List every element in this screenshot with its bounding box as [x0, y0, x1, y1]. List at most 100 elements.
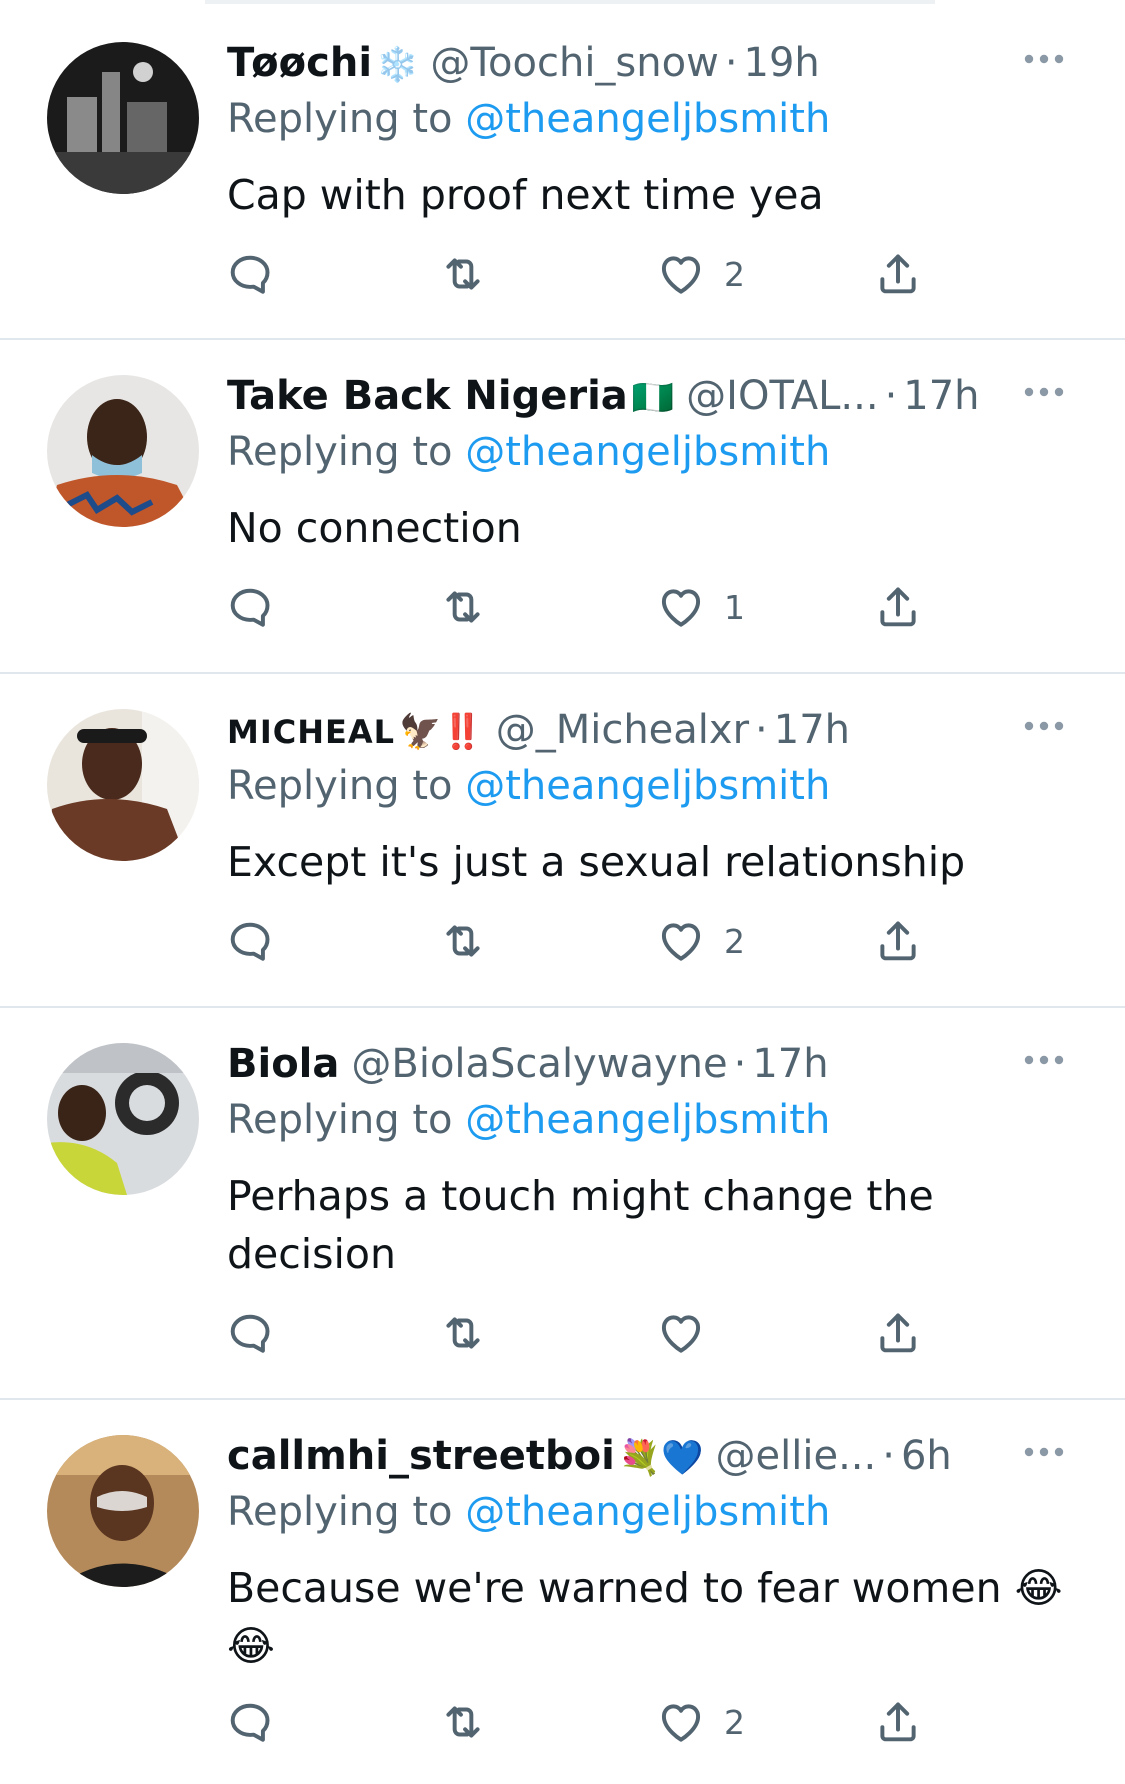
replying-label: Replying to: [227, 429, 453, 475]
retweet-button[interactable]: [438, 914, 488, 968]
replying-label: Replying to: [227, 1097, 453, 1143]
retweet-button[interactable]: [438, 247, 488, 301]
action-bar: 2: [0, 1695, 1125, 1749]
like-button[interactable]: 2: [656, 914, 745, 968]
retweet-icon: [438, 249, 488, 299]
avatar[interactable]: [47, 375, 199, 527]
timestamp[interactable]: 6h: [901, 1433, 952, 1479]
reply-bubble-icon: [225, 582, 275, 632]
heart-icon: [656, 249, 706, 299]
share-upload-icon: [873, 916, 923, 966]
avatar[interactable]: [47, 1043, 199, 1195]
replying-to: Replying to @theangeljbsmith: [227, 96, 830, 142]
separator-dot: ·: [724, 40, 738, 86]
reply-button[interactable]: [225, 247, 275, 301]
tweet-header: callmhi_streetboi 💐💙 @ellie... · 6h: [227, 1433, 952, 1481]
user-handle[interactable]: @IOTAL...: [686, 373, 878, 419]
tweet-text: No connection: [227, 504, 522, 552]
reply-button[interactable]: [225, 1306, 275, 1360]
share-button[interactable]: [873, 580, 923, 634]
more-dots-icon[interactable]: [1023, 1445, 1065, 1459]
tweet-header: MICHEAL 🦅‼️ @_Michealxr · 17h: [227, 707, 850, 755]
avatar[interactable]: [47, 709, 199, 861]
like-count: 2: [724, 1702, 745, 1742]
mention-link[interactable]: @theangeljbsmith: [465, 429, 830, 475]
retweet-button[interactable]: [438, 1695, 488, 1749]
mention-link[interactable]: @theangeljbsmith: [465, 1489, 830, 1535]
reply-bubble-icon: [225, 1308, 275, 1358]
like-button[interactable]: [656, 1306, 724, 1360]
separator-dot: ·: [884, 373, 898, 419]
replying-label: Replying to: [227, 1489, 453, 1535]
action-bar: [0, 1306, 1125, 1360]
name-emoji: 🦅‼️: [399, 712, 484, 752]
retweet-button[interactable]: [438, 1306, 488, 1360]
tweet-header: Biola @BiolaScalywayne · 17h: [227, 1041, 829, 1089]
retweet-icon: [438, 916, 488, 966]
user-handle[interactable]: @BiolaScalywayne: [351, 1041, 727, 1087]
reply-bubble-icon: [225, 1697, 275, 1747]
display-name[interactable]: Biola: [227, 1041, 339, 1087]
share-button[interactable]: [873, 1695, 923, 1749]
share-upload-icon: [873, 249, 923, 299]
reply-button[interactable]: [225, 580, 275, 634]
retweet-icon: [438, 1308, 488, 1358]
name-emoji: 💐💙: [618, 1438, 704, 1478]
avatar[interactable]: [47, 42, 199, 194]
reply-button[interactable]: [225, 914, 275, 968]
name-emoji: ❄️: [376, 45, 419, 85]
tweet-text: Because we're warned to fear women 😂 😂: [227, 1564, 1063, 1670]
display-name[interactable]: Tøøchi: [227, 40, 372, 86]
like-button[interactable]: 2: [656, 247, 745, 301]
user-handle[interactable]: @ellie...: [716, 1433, 877, 1479]
heart-icon: [656, 1697, 706, 1747]
share-upload-icon: [873, 1697, 923, 1747]
timestamp[interactable]: 17h: [752, 1041, 828, 1087]
like-count: 1: [724, 587, 745, 627]
timestamp[interactable]: 17h: [903, 373, 979, 419]
replying-to: Replying to @theangeljbsmith: [227, 763, 830, 809]
user-handle[interactable]: @Toochi_snow: [430, 40, 718, 86]
like-button[interactable]: 1: [656, 580, 745, 634]
share-button[interactable]: [873, 1306, 923, 1360]
share-upload-icon: [873, 582, 923, 632]
retweet-button[interactable]: [438, 580, 488, 634]
share-button[interactable]: [873, 914, 923, 968]
timestamp[interactable]: 19h: [744, 40, 820, 86]
replying-label: Replying to: [227, 96, 453, 142]
replying-to: Replying to @theangeljbsmith: [227, 429, 830, 475]
more-dots-icon[interactable]: [1023, 719, 1065, 733]
top-divider: [205, 0, 935, 4]
display-name[interactable]: Take Back Nigeria: [227, 373, 628, 419]
retweet-icon: [438, 582, 488, 632]
user-handle[interactable]: @_Michealxr: [496, 707, 749, 753]
reply-bubble-icon: [225, 249, 275, 299]
reply-bubble-icon: [225, 916, 275, 966]
share-button[interactable]: [873, 247, 923, 301]
reply-button[interactable]: [225, 1695, 275, 1749]
tweet-header: Take Back Nigeria 🇳🇬 @IOTAL... · 17h: [227, 373, 980, 421]
action-bar: 2: [0, 914, 1125, 968]
separator-dot: ·: [882, 1433, 895, 1479]
more-dots-icon[interactable]: [1023, 52, 1065, 66]
timestamp[interactable]: 17h: [774, 707, 850, 753]
action-bar: 2: [0, 247, 1125, 301]
more-dots-icon[interactable]: [1023, 1053, 1065, 1067]
tweet-header: Tøøchi ❄️ @Toochi_snow · 19h: [227, 40, 820, 88]
mention-link[interactable]: @theangeljbsmith: [465, 96, 830, 142]
mention-link[interactable]: @theangeljbsmith: [465, 763, 830, 809]
display-name[interactable]: MICHEAL: [227, 713, 395, 751]
like-button[interactable]: 2: [656, 1695, 745, 1749]
like-count: 2: [724, 921, 745, 961]
tweet-text: Cap with proof next time yea: [227, 171, 824, 219]
divider: [0, 1006, 1125, 1008]
avatar[interactable]: [47, 1435, 199, 1587]
heart-icon: [656, 916, 706, 966]
mention-link[interactable]: @theangeljbsmith: [465, 1097, 830, 1143]
share-upload-icon: [873, 1308, 923, 1358]
separator-dot: ·: [755, 707, 768, 753]
divider: [0, 672, 1125, 674]
display-name[interactable]: callmhi_streetboi: [227, 1433, 615, 1479]
more-dots-icon[interactable]: [1023, 385, 1065, 399]
divider: [0, 1398, 1125, 1400]
